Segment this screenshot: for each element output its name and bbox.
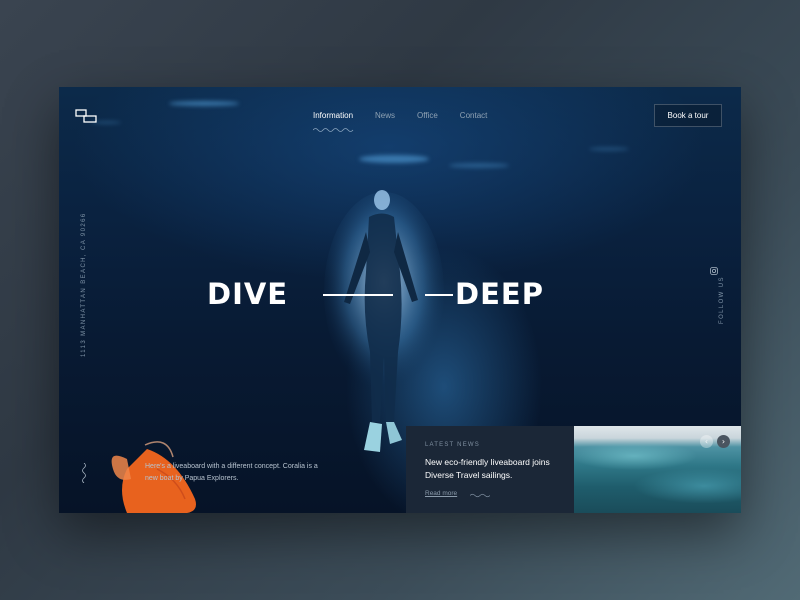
slider-prev-button[interactable]: ‹ xyxy=(700,435,713,448)
follow-us-label: FOLLOW US xyxy=(719,276,725,324)
wave-icon xyxy=(470,493,490,498)
nav-item-contact[interactable]: Contact xyxy=(460,111,488,120)
read-more-link[interactable]: Read more xyxy=(425,490,457,497)
logo-mark-icon[interactable] xyxy=(75,109,97,123)
active-nav-wave-icon xyxy=(313,128,354,132)
headline-dash-left xyxy=(323,294,393,296)
main-nav: Information News Office Contact xyxy=(313,111,487,120)
slider-next-button[interactable]: › xyxy=(717,435,730,448)
latest-news-card: LATEST NEWS New eco-friendly liveaboard … xyxy=(406,426,574,513)
news-title[interactable]: New eco-friendly liveaboard joins Divers… xyxy=(425,456,555,482)
diver-image xyxy=(324,190,444,452)
instagram-icon[interactable] xyxy=(710,267,718,275)
address-text: 1113 MANHATTAN BEACH, CA 90266 xyxy=(81,212,87,357)
headline-dash-right xyxy=(425,294,453,296)
surface-ripple xyxy=(589,147,629,151)
headline-word-dive: DIVE xyxy=(207,277,289,311)
water-image: ‹ › xyxy=(574,426,741,513)
hero-frame: Information News Office Contact Book a t… xyxy=(59,87,741,513)
nav-item-news[interactable]: News xyxy=(375,111,395,120)
surface-ripple xyxy=(449,163,509,168)
nav-item-office[interactable]: Office xyxy=(417,111,438,120)
book-tour-button[interactable]: Book a tour xyxy=(654,104,722,127)
squiggle-icon xyxy=(82,463,86,483)
intro-text: Here's a liveaboard with a different con… xyxy=(145,463,318,482)
nav-item-information[interactable]: Information xyxy=(313,111,353,120)
surface-ripple xyxy=(169,101,239,106)
headline-word-deep: DEEP xyxy=(455,277,544,311)
surface-ripple xyxy=(359,155,429,163)
news-label: LATEST NEWS xyxy=(425,442,480,448)
